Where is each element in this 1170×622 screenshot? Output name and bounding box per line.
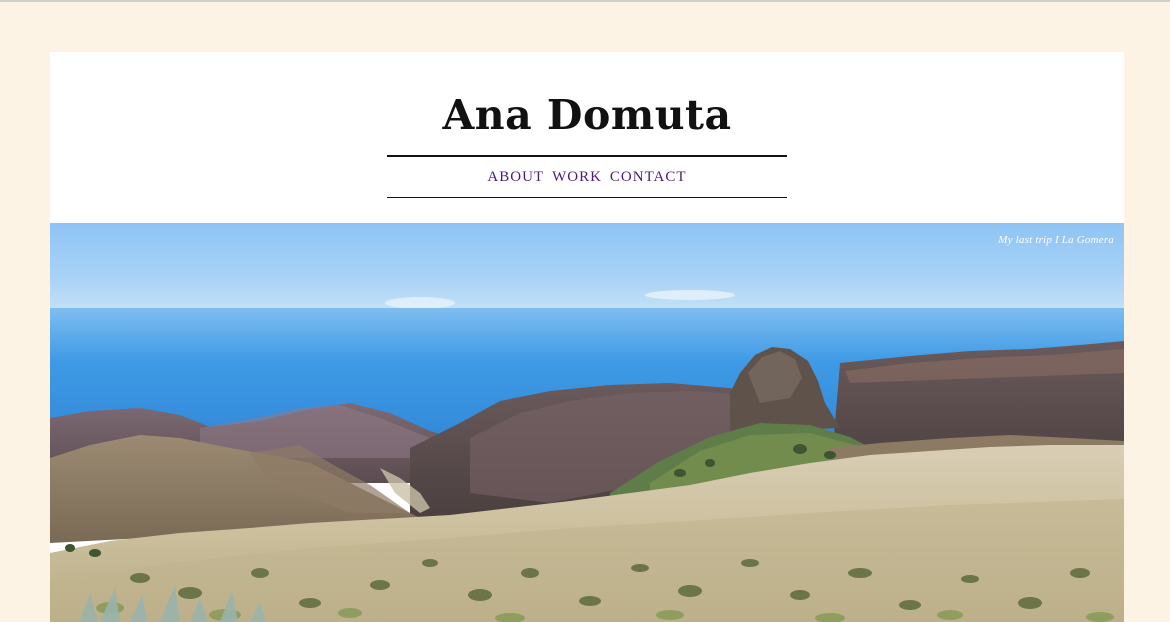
nav-link-work[interactable]: WORK bbox=[552, 169, 602, 186]
hero-caption: My last trip I La Gomera bbox=[998, 234, 1114, 246]
hero-image: My last trip I La Gomera bbox=[50, 223, 1124, 622]
page-card: Ana Domuta ABOUT WORK CONTACT My last tr… bbox=[50, 52, 1124, 622]
site-title[interactable]: Ana Domuta bbox=[50, 90, 1124, 140]
nav-link-contact[interactable]: CONTACT bbox=[610, 169, 687, 186]
main-nav: ABOUT WORK CONTACT bbox=[387, 155, 787, 198]
nav-link-about[interactable]: ABOUT bbox=[487, 169, 544, 186]
landscape-photo bbox=[50, 223, 1124, 622]
browser-top-border bbox=[0, 0, 1170, 2]
